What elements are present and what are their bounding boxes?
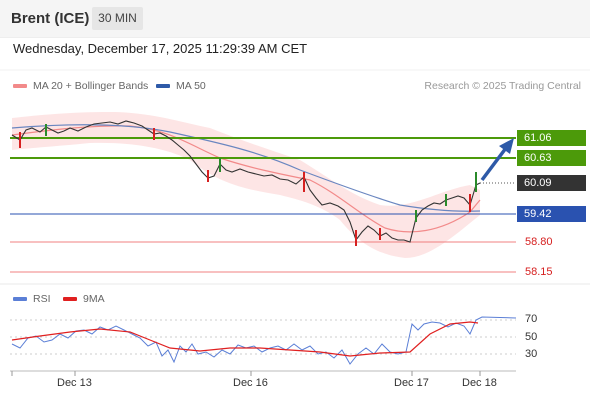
level-tag-r1: 60.63 — [517, 150, 586, 166]
level-tag-pivot: 59.42 — [517, 206, 586, 222]
legend-rsi: RSI — [13, 293, 51, 305]
level-tag-r2: 61.06 — [517, 130, 586, 146]
rsi-scale-30: 30 — [525, 348, 538, 360]
projection-arrow-shaft — [480, 146, 508, 182]
rsi-scale-70: 70 — [525, 313, 538, 325]
rsi-line — [11, 316, 517, 365]
current-price-tag: 60.09 — [517, 175, 586, 191]
rsi-ma9-line — [11, 321, 479, 357]
x-label-dec16: Dec 16 — [233, 377, 268, 389]
rsi-label: RSI — [33, 293, 51, 305]
level-label-s1: 58.80 — [525, 236, 553, 248]
bollinger-band — [12, 112, 480, 258]
ma9-swatch — [63, 297, 77, 301]
rsi-scale-50: 50 — [525, 331, 538, 343]
legend-9ma: 9MA — [63, 293, 105, 305]
level-label-s2: 58.15 — [525, 266, 553, 278]
bollinger-fill — [12, 112, 480, 258]
x-label-dec13: Dec 13 — [57, 377, 92, 389]
rsi-pane — [10, 316, 517, 365]
x-label-dec17: Dec 17 — [394, 377, 429, 389]
x-label-dec18: Dec 18 — [462, 377, 497, 389]
ma9-label: 9MA — [83, 293, 105, 305]
price-chart — [0, 69, 590, 376]
rsi-swatch — [13, 297, 27, 301]
